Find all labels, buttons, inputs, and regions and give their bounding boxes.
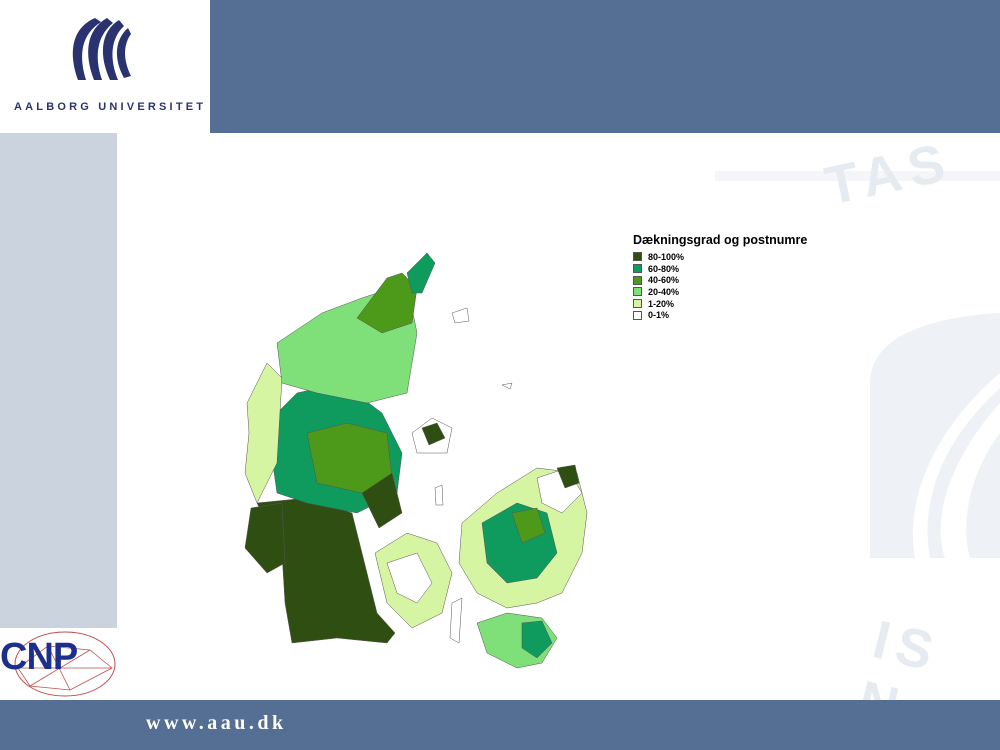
university-name: AALBORG UNIVERSITET	[14, 101, 207, 113]
footer-url: www.aau.dk	[146, 712, 287, 734]
jutland-west-coast-dark	[244, 502, 286, 574]
legend-label: 60-80%	[648, 263, 680, 274]
legend-swatch	[633, 310, 642, 320]
langeland-island	[449, 597, 463, 644]
denmark-map	[244, 252, 588, 669]
legend-item: 60-80%	[633, 263, 863, 275]
watermark-panel: TAS IS N	[715, 133, 1000, 700]
legend-item: 0-1%	[633, 309, 863, 321]
legend-swatch	[633, 299, 642, 309]
legend-item: 40-60%	[633, 274, 863, 286]
legend-swatch	[633, 252, 642, 262]
header-bar: AALBORG UNIVERSITET	[0, 0, 1000, 133]
aau-logo: AALBORG UNIVERSITET	[0, 0, 210, 133]
legend-items: 80-100% 60-80% 40-60% 20-40% 1-20% 0-1%	[633, 251, 863, 321]
legend-item: 20-40%	[633, 286, 863, 298]
aau-wave-logo-icon	[72, 18, 131, 80]
watermark-seal-icon	[715, 171, 1000, 558]
north-tip-green	[406, 252, 436, 294]
legend-label: 40-60%	[648, 275, 680, 286]
cnp-logo: CNP	[0, 628, 117, 700]
legend-swatch	[633, 275, 642, 285]
laeso-island	[451, 307, 470, 324]
left-side-band	[0, 133, 117, 628]
legend-title: Dækningsgrad og postnumre	[633, 233, 808, 247]
legend-item: 1-20%	[633, 298, 863, 310]
legend-label: 20-40%	[648, 286, 680, 297]
samsoe-island	[434, 484, 444, 506]
cnp-text: CNP	[0, 636, 78, 678]
legend-item: 80-100%	[633, 251, 863, 263]
legend-label: 80-100%	[648, 251, 685, 262]
legend-label: 1-20%	[648, 298, 675, 309]
footer-bar: www.aau.dk	[0, 700, 1000, 750]
legend-swatch	[633, 264, 642, 274]
legend-label: 0-1%	[648, 310, 670, 321]
map-legend: Dækningsgrad og postnumre 80-100% 60-80% 4…	[633, 233, 863, 321]
map-area	[117, 133, 715, 700]
legend-swatch	[633, 287, 642, 297]
anholt-island	[501, 382, 513, 390]
